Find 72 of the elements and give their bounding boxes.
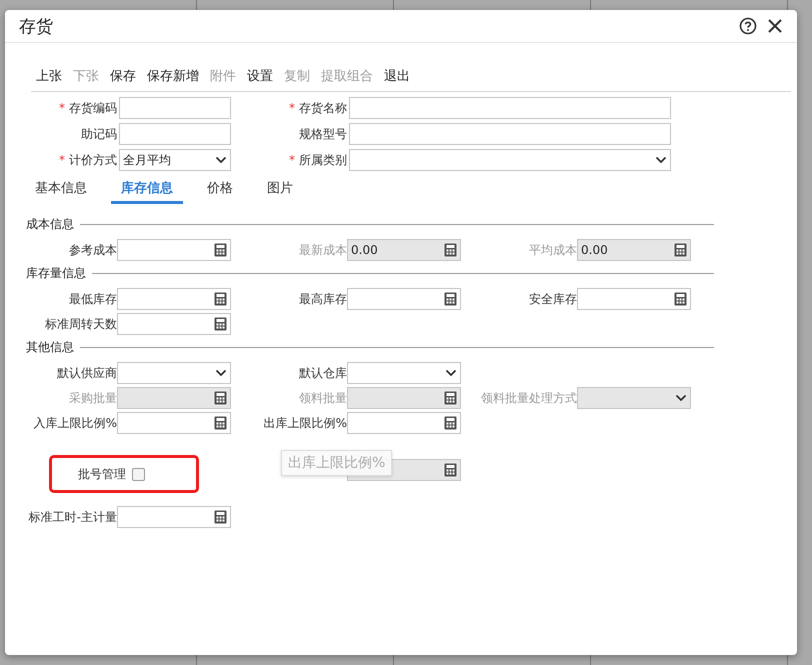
tab[interactable]: 价格 — [197, 177, 243, 204]
dropdown-field[interactable] — [349, 149, 671, 171]
help-icon[interactable] — [739, 17, 757, 35]
calculator-icon[interactable] — [214, 292, 227, 306]
chevron-icon — [215, 369, 227, 377]
section-title: 其他信息 — [26, 339, 74, 356]
number-field[interactable] — [117, 239, 231, 261]
field-label: 标准周转天数 — [45, 316, 117, 330]
number-field[interactable] — [117, 288, 231, 310]
tab[interactable]: 图片 — [257, 177, 303, 204]
toolbar-button[interactable]: 设置 — [242, 65, 278, 87]
chevron-icon — [655, 156, 667, 164]
field-label: 参考成本 — [69, 242, 117, 256]
number-field[interactable] — [117, 313, 231, 335]
input-field[interactable] — [119, 123, 231, 145]
required-mark: * — [59, 152, 65, 166]
chevron-icon — [675, 394, 687, 402]
toolbar-button[interactable]: 上张 — [31, 65, 67, 87]
section-title: 库存量信息 — [26, 265, 86, 282]
number-field[interactable] — [117, 412, 231, 434]
number-field[interactable] — [117, 506, 231, 528]
field-label: 最新成本 — [299, 242, 347, 256]
calculator-icon[interactable] — [214, 510, 227, 524]
field-label: 出库上限比例% — [264, 416, 347, 430]
window-title: 存货 — [19, 16, 54, 38]
calculator-icon[interactable] — [444, 416, 457, 430]
field-label: 最低库存 — [69, 292, 117, 306]
field-label: 默认仓库 — [299, 366, 347, 380]
calculator-icon[interactable] — [214, 317, 227, 331]
field-label: * 计价方式 — [58, 152, 117, 168]
number-field[interactable] — [577, 288, 691, 310]
tab[interactable]: 库存信息 — [111, 177, 183, 204]
calculator-icon[interactable] — [214, 243, 227, 257]
section-title: 成本信息 — [26, 216, 74, 233]
chevron-icon — [445, 369, 457, 377]
dropdown-field[interactable] — [117, 362, 231, 384]
field-label: 助记码 — [80, 126, 117, 142]
toolbar-button[interactable]: 保存 — [105, 65, 141, 87]
field-label: 安全库存 — [529, 292, 577, 306]
required-mark: * — [289, 100, 295, 114]
field-label: 规格型号 — [298, 126, 347, 142]
toolbar-button[interactable]: 退出 — [379, 65, 415, 87]
calculator-icon[interactable] — [444, 292, 457, 306]
field-label: 平均成本 — [529, 242, 577, 256]
field-label: 默认供应商 — [57, 366, 117, 380]
field-label: 领料批量 — [299, 390, 347, 404]
number-field[interactable] — [347, 288, 461, 310]
calculator-icon[interactable] — [214, 416, 227, 430]
required-mark: * — [59, 100, 65, 114]
dropdown-field[interactable] — [347, 362, 461, 384]
field-label: 最高库存 — [299, 292, 347, 306]
dropdown-field[interactable]: 全月平均 — [119, 149, 231, 171]
required-mark: * — [289, 152, 295, 166]
number-field[interactable] — [347, 412, 461, 434]
input-field[interactable] — [349, 123, 671, 145]
input-field[interactable] — [349, 97, 671, 119]
field-label: 领料批量处理方式 — [481, 390, 577, 404]
chevron-icon — [215, 156, 227, 164]
input-field[interactable] — [119, 97, 231, 119]
field-label: 标准工时-主计量 — [28, 510, 117, 524]
tooltip: 出库上限比例% — [281, 450, 392, 476]
checkbox[interactable] — [132, 468, 145, 480]
toolbar-button[interactable]: 保存新增 — [142, 65, 204, 87]
close-icon[interactable] — [767, 18, 783, 34]
field-label: 入库上限比例% — [34, 416, 117, 430]
tab[interactable]: 基本信息 — [25, 177, 97, 204]
field-label: 采购批量 — [69, 390, 117, 404]
field-label: * 存货编码 — [58, 100, 117, 116]
field-label: * 存货名称 — [288, 100, 347, 116]
field-label: * 所属类别 — [288, 152, 347, 168]
calculator-icon[interactable] — [674, 292, 687, 306]
field-label: 批号管理 — [78, 466, 126, 480]
